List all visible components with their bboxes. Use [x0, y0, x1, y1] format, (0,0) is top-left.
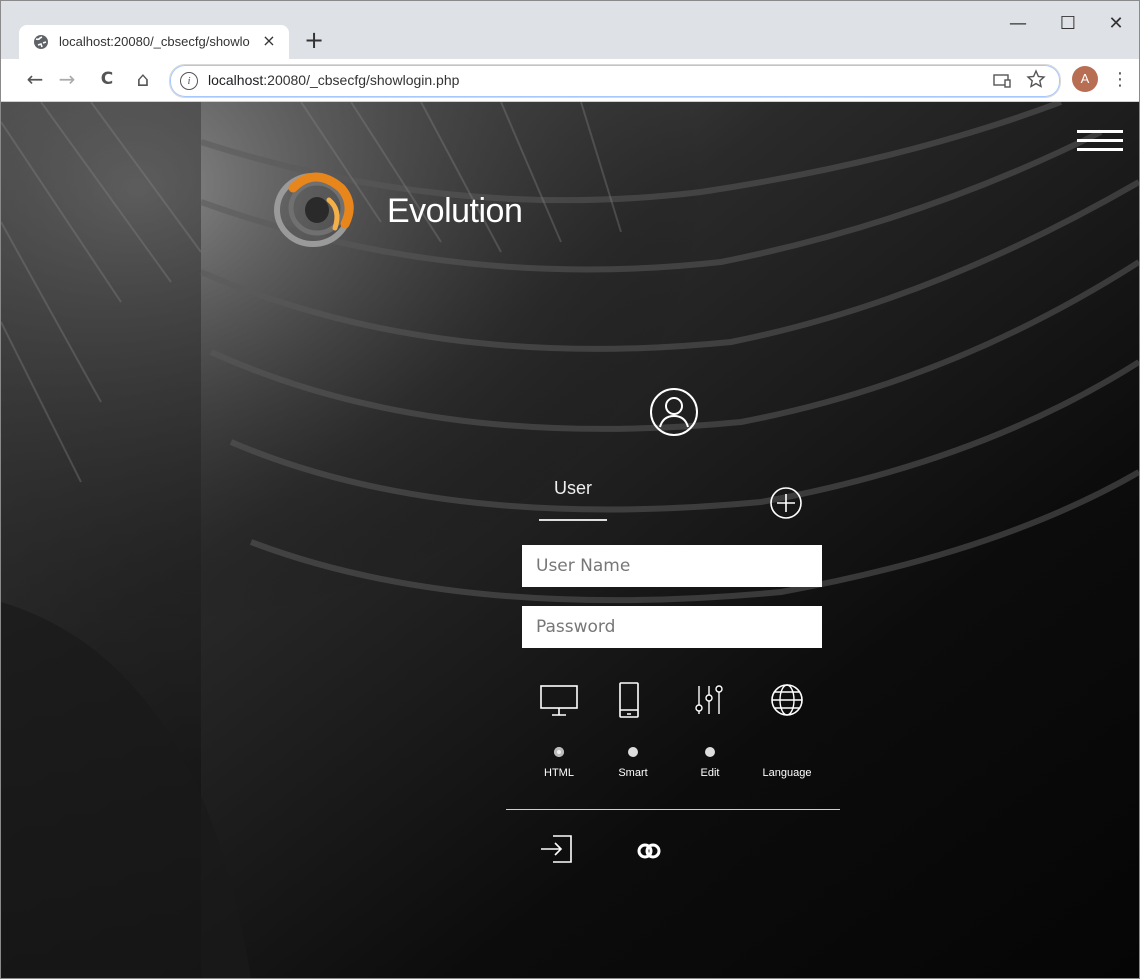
maximize-button[interactable]: ☐	[1045, 9, 1091, 39]
evolution-logo-icon	[274, 172, 354, 247]
globe-icon[interactable]	[767, 680, 807, 720]
username-field[interactable]	[522, 545, 822, 587]
home-button[interactable]: ⌂	[129, 65, 157, 93]
tab-active-underline	[539, 519, 607, 521]
back-button[interactable]: ←	[21, 65, 49, 93]
new-tab-button[interactable]: +	[301, 27, 327, 53]
tab-title: localhost:20080/_cbsecfg/showlo	[59, 34, 250, 49]
radio-smart[interactable]	[628, 747, 638, 757]
tab-close-icon[interactable]: ×	[259, 31, 279, 51]
login-icon[interactable]	[539, 834, 575, 864]
browser-window: localhost:20080/_cbsecfg/showlo × + — ☐ …	[0, 0, 1140, 979]
minimize-button[interactable]: —	[995, 9, 1041, 39]
reload-button[interactable]: C	[93, 65, 121, 93]
sliders-icon[interactable]	[689, 680, 729, 720]
url-host: localhost	[208, 72, 264, 88]
radio-edit[interactable]	[705, 747, 715, 757]
url-text[interactable]: localhost:20080/_cbsecfg/showlogin.php	[208, 72, 459, 88]
close-window-button[interactable]: ✕	[1093, 9, 1139, 39]
url-path: :20080/_cbsecfg/showlogin.php	[263, 72, 460, 88]
cast-icon[interactable]	[992, 71, 1012, 91]
hamburger-menu-icon[interactable]	[1077, 130, 1123, 151]
add-circle-icon[interactable]	[769, 486, 803, 520]
option-label-edit: Edit	[700, 767, 720, 779]
option-label-language: Language	[762, 767, 812, 779]
option-label-smart: Smart	[618, 767, 648, 779]
toggle-mode-icon[interactable]	[637, 843, 663, 859]
globe-favicon-icon	[34, 35, 48, 49]
forward-button[interactable]: →	[53, 65, 81, 93]
login-page: Evolution User User Name HTML Smart Edit…	[1, 102, 1139, 978]
divider	[506, 809, 840, 810]
bookmark-star-icon[interactable]	[1026, 69, 1046, 89]
browser-toolbar: ← → C ⌂ i localhost:20080/_cbsecfg/showl…	[1, 59, 1139, 102]
browser-menu-icon[interactable]: ⋮	[1111, 67, 1129, 93]
password-field[interactable]	[522, 606, 822, 648]
user-avatar-icon	[650, 388, 698, 436]
brand-name: Evolution	[387, 192, 523, 230]
smartphone-icon[interactable]	[609, 680, 649, 720]
browser-tab[interactable]: localhost:20080/_cbsecfg/showlo ×	[19, 25, 289, 59]
address-bar[interactable]: i localhost:20080/_cbsecfg/showlogin.php	[169, 64, 1061, 98]
tab-strip: localhost:20080/_cbsecfg/showlo × + — ☐ …	[1, 1, 1139, 59]
radio-html[interactable]	[554, 747, 564, 757]
tab-user[interactable]: User	[554, 478, 592, 499]
site-info-icon[interactable]: i	[180, 72, 198, 90]
option-label-html: HTML	[544, 767, 574, 779]
profile-avatar[interactable]: A	[1072, 66, 1098, 92]
monitor-icon[interactable]	[539, 680, 579, 720]
